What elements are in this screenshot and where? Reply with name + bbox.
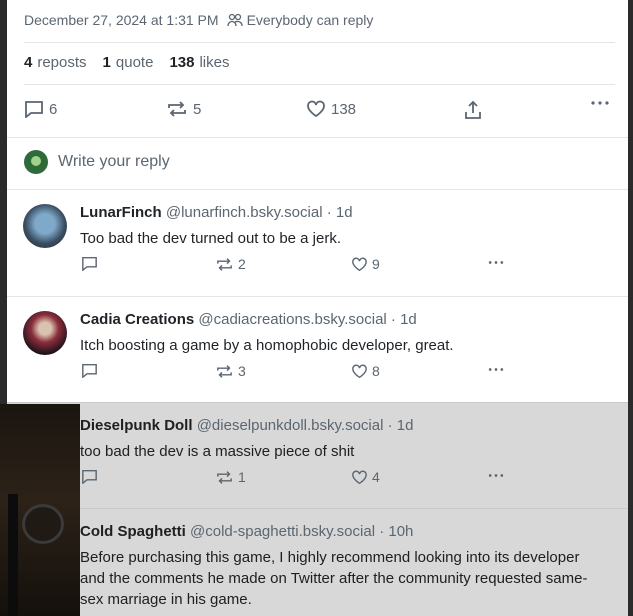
repost-icon: [217, 257, 232, 271]
author-handle[interactable]: @dieselpunkdoll.bsky.social · 1d: [197, 417, 414, 434]
share-icon: [465, 100, 481, 119]
repost-button[interactable]: 5: [166, 100, 201, 118]
heart-icon: [352, 364, 367, 378]
more-options-button[interactable]: [590, 100, 610, 106]
post-text: Itch boosting a game by a homophobic dev…: [80, 337, 454, 354]
post-text: too bad the dev is a massive piece of sh…: [80, 443, 355, 460]
reply-post[interactable]: Dieselpunk Doll @dieselpunkdoll.bsky.soc…: [7, 402, 628, 508]
like-button[interactable]: 8: [351, 363, 380, 379]
more-options-button[interactable]: [487, 473, 505, 478]
reply-icon: [82, 363, 97, 378]
repost-icon: [217, 364, 232, 378]
divider: [24, 42, 615, 43]
reply-button[interactable]: [81, 469, 98, 484]
author-name[interactable]: Dieselpunk Doll: [80, 417, 193, 434]
author-name[interactable]: LunarFinch: [80, 204, 162, 221]
webcam-overlay: [0, 404, 80, 616]
more-icon: [488, 368, 504, 371]
like-button[interactable]: 4: [351, 469, 380, 485]
post-stats: 4 reposts 1 quote 138 likes: [24, 54, 229, 71]
more-options-button[interactable]: [487, 260, 505, 265]
post-action-bar: 6 5 138: [24, 100, 613, 122]
repost-button[interactable]: 2: [215, 256, 246, 272]
quotes-stat[interactable]: 1 quote: [103, 54, 154, 71]
like-button[interactable]: 138: [306, 100, 356, 118]
avatar[interactable]: [23, 204, 67, 248]
repost-button[interactable]: 1: [215, 469, 246, 485]
users-icon: [226, 13, 243, 27]
reply-placeholder: Write your reply: [58, 153, 170, 170]
reply-icon: [82, 256, 97, 271]
heart-icon: [352, 470, 367, 484]
repost-button[interactable]: 3: [215, 363, 246, 379]
more-options-button[interactable]: [487, 367, 505, 372]
avatar[interactable]: [23, 311, 67, 355]
reply-setting[interactable]: Everybody can reply: [226, 12, 374, 28]
heart-icon: [352, 257, 367, 271]
reply-post[interactable]: Cadia Creations @cadiacreations.bsky.soc…: [7, 296, 628, 402]
likes-stat[interactable]: 138 likes: [169, 54, 229, 71]
reply-button[interactable]: 6: [24, 100, 57, 118]
more-icon: [591, 101, 609, 105]
post-text: Too bad the dev turned out to be a jerk.: [80, 230, 342, 247]
repost-icon: [217, 470, 232, 484]
heart-icon: [307, 100, 325, 118]
author-handle[interactable]: @lunarfinch.bsky.social · 1d: [166, 204, 353, 221]
reply-composer[interactable]: Write your reply: [24, 150, 170, 174]
like-button[interactable]: 9: [351, 256, 380, 272]
author-name[interactable]: Cadia Creations: [80, 311, 194, 328]
reply-post[interactable]: Cold Spaghetti @cold-spaghetti.bsky.soci…: [7, 508, 628, 616]
reply-button[interactable]: [81, 363, 98, 378]
post-text: Before purchasing this game, I highly re…: [80, 549, 588, 608]
video-frame-right: [628, 0, 633, 616]
author-name[interactable]: Cold Spaghetti: [80, 523, 186, 540]
reply-icon: [25, 101, 43, 118]
divider: [24, 84, 615, 85]
more-icon: [488, 474, 504, 477]
reply-setting-label: Everybody can reply: [246, 12, 374, 28]
share-button[interactable]: [464, 100, 482, 120]
avatar: [24, 150, 48, 174]
post-meta: December 27, 2024 at 1:31 PM Everybody c…: [24, 12, 373, 28]
reply-post[interactable]: LunarFinch @lunarfinch.bsky.social · 1d …: [7, 189, 628, 296]
reposts-stat[interactable]: 4 reposts: [24, 54, 87, 71]
post-date: December 27, 2024 at 1:31 PM: [24, 12, 219, 28]
author-handle[interactable]: @cold-spaghetti.bsky.social · 10h: [190, 523, 413, 540]
repost-icon: [168, 101, 186, 117]
more-icon: [488, 261, 504, 264]
author-handle[interactable]: @cadiacreations.bsky.social · 1d: [198, 311, 416, 328]
reply-button[interactable]: [81, 256, 98, 271]
reply-icon: [82, 469, 97, 484]
divider: [7, 137, 628, 138]
